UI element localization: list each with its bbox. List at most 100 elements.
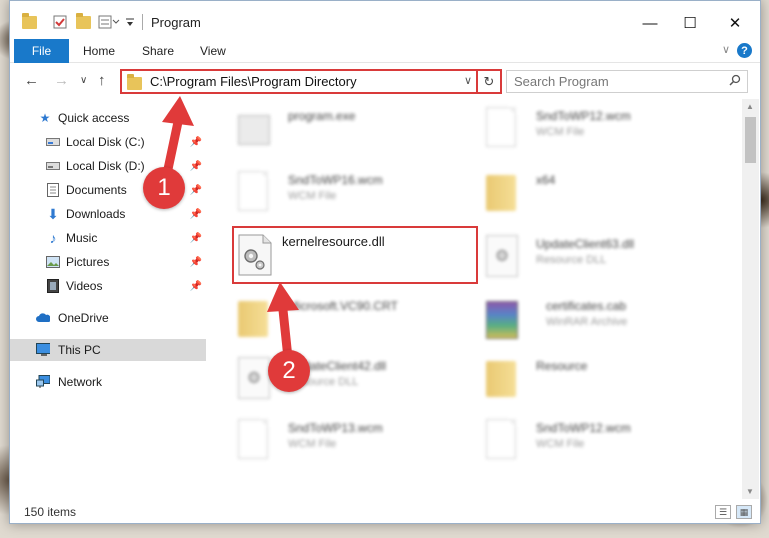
sidebar-item-network[interactable]: Network (10, 371, 206, 393)
sidebar-item-label: Local Disk (C:) (66, 135, 145, 149)
large-icons-view-icon[interactable]: ▦ (736, 505, 752, 519)
address-dropdown-icon[interactable]: ∨ (464, 74, 472, 87)
sidebar-item-label: Documents (66, 183, 127, 197)
document-icon (238, 171, 272, 213)
properties-icon[interactable] (52, 13, 68, 31)
folder-icon[interactable] (22, 12, 37, 31)
sidebar-item-onedrive[interactable]: OneDrive (10, 307, 206, 329)
tab-file[interactable]: File (14, 39, 69, 63)
file-item[interactable]: SndToWP16.wcm WCM File (232, 163, 477, 221)
pictures-icon (46, 255, 60, 269)
file-name: Resource (536, 359, 588, 373)
scroll-up-icon[interactable]: ▲ (746, 102, 754, 111)
file-item[interactable]: Resource (480, 349, 725, 407)
forward-arrow-icon[interactable]: → (54, 72, 69, 89)
search-placeholder: Search Program (514, 74, 609, 89)
file-name: SndToWP12.wcm (536, 421, 631, 435)
file-type: Resource DLL (536, 254, 607, 266)
status-bar: 150 items ☰ ▦ (10, 501, 760, 523)
tab-share[interactable]: Share (142, 44, 174, 58)
sidebar-item-downloads[interactable]: ⬇ Downloads 📌 (10, 203, 206, 225)
file-item[interactable]: ⚙ UpdateClient63.dll Resource DLL (480, 227, 725, 285)
help-icon[interactable]: ? (737, 43, 752, 58)
address-path[interactable]: C:\Program Files\Program Directory (150, 74, 357, 89)
cloud-icon (36, 311, 50, 325)
file-name: SndToWP13.wcm (288, 421, 383, 435)
sidebar-item-label: Local Disk (D:) (66, 159, 145, 173)
pin-icon[interactable]: 📌 (190, 281, 202, 292)
sidebar-item-music[interactable]: ♪ Music 📌 (10, 227, 206, 249)
sidebar-item-videos[interactable]: Videos 📌 (10, 275, 206, 297)
documents-icon (46, 183, 60, 197)
file-type: WinRAR Archive (546, 316, 628, 328)
view-icon[interactable] (98, 13, 120, 31)
title-separator (142, 14, 143, 30)
exe-icon (238, 107, 272, 149)
file-name: SndToWP12.wcm (536, 109, 631, 123)
file-type: WCM File (536, 438, 585, 450)
sidebar-item-pictures[interactable]: Pictures 📌 (10, 251, 206, 273)
scroll-down-icon[interactable]: ▼ (746, 487, 754, 496)
window-title: Program (151, 15, 201, 30)
file-item[interactable]: SndToWP13.wcm WCM File (232, 411, 477, 469)
back-arrow-icon[interactable]: ← (24, 72, 39, 89)
ribbon-tabs: File Home Share View ∨ ? (10, 39, 760, 63)
file-name: Microsoft.VC90.CRT (288, 299, 398, 313)
step-1-badge: 1 (143, 167, 185, 209)
tab-view[interactable]: View (200, 44, 226, 58)
sidebar-item-label: Quick access (58, 111, 130, 125)
navigation-bar: ← → ∨ ↑ C:\Program Files\Program Directo… (10, 63, 760, 99)
pin-icon[interactable]: 📌 (190, 161, 202, 172)
maximize-button[interactable]: ☐ (668, 9, 712, 37)
search-input[interactable]: Search Program (506, 70, 748, 93)
pin-icon[interactable]: 📌 (190, 137, 202, 148)
step-2-badge: 2 (268, 350, 310, 392)
close-button[interactable]: ✕ (713, 9, 757, 37)
star-icon: ★ (39, 111, 51, 125)
file-item[interactable]: certificates.cab WinRAR Archive (480, 289, 725, 347)
details-view-icon[interactable]: ☰ (715, 505, 731, 519)
folder-icon (486, 357, 520, 399)
document-icon (486, 107, 520, 149)
customize-toolbar-icon[interactable] (125, 13, 135, 31)
sidebar-item-label: This PC (58, 343, 101, 357)
pin-icon[interactable]: 📌 (190, 209, 202, 220)
file-item[interactable]: SndToWP12.wcm WCM File (480, 99, 725, 157)
sidebar-item-quick-access[interactable]: ★ Quick access (10, 107, 206, 129)
document-icon (486, 419, 520, 461)
file-item[interactable]: program.exe (232, 99, 477, 157)
music-icon: ♪ (49, 230, 57, 246)
search-icon[interactable] (729, 74, 741, 89)
file-item[interactable]: Microsoft.VC90.CRT (232, 289, 477, 347)
folder-icon (486, 171, 520, 213)
vertical-scrollbar[interactable]: ▲ ▼ (742, 99, 759, 499)
sidebar-item-label: Pictures (66, 255, 110, 269)
pin-icon[interactable]: 📌 (190, 257, 202, 268)
file-type: WCM File (288, 190, 337, 202)
sidebar-item-label: Music (66, 231, 98, 245)
tab-home[interactable]: Home (83, 44, 115, 58)
address-bar[interactable]: C:\Program Files\Program Directory ∨ (120, 69, 478, 94)
sidebar-item-label: Videos (66, 279, 103, 293)
file-item[interactable]: x64 (480, 163, 725, 221)
file-name: kernelresource.dll (282, 234, 385, 249)
file-type: WCM File (288, 438, 337, 450)
title-bar: Program — ☐ ✕ (10, 1, 760, 39)
pin-icon[interactable]: 📌 (190, 185, 202, 196)
file-type: WCM File (536, 126, 585, 138)
file-item-highlighted[interactable]: kernelresource.dll (232, 226, 478, 284)
scrollbar-thumb[interactable] (745, 117, 756, 163)
refresh-icon[interactable]: ↻ (478, 69, 502, 94)
file-explorer-window: Program — ☐ ✕ File Home Share View ∨ ? ←… (9, 0, 761, 524)
item-count: 150 items (24, 505, 77, 519)
minimize-button[interactable]: — (628, 9, 672, 37)
sidebar-item-local-disk-c[interactable]: Local Disk (C:) 📌 (10, 131, 206, 153)
up-arrow-icon[interactable]: ↑ (98, 72, 106, 89)
collapse-ribbon-icon[interactable]: ∨ (722, 43, 730, 56)
new-folder-icon[interactable] (76, 12, 91, 31)
file-item[interactable]: SndToWP12.wcm WCM File (480, 411, 725, 469)
sidebar-item-this-pc[interactable]: This PC (10, 339, 206, 361)
pin-icon[interactable]: 📌 (190, 233, 202, 244)
recent-locations-icon[interactable]: ∨ (80, 75, 87, 86)
sidebar-item-label: Network (58, 375, 103, 389)
